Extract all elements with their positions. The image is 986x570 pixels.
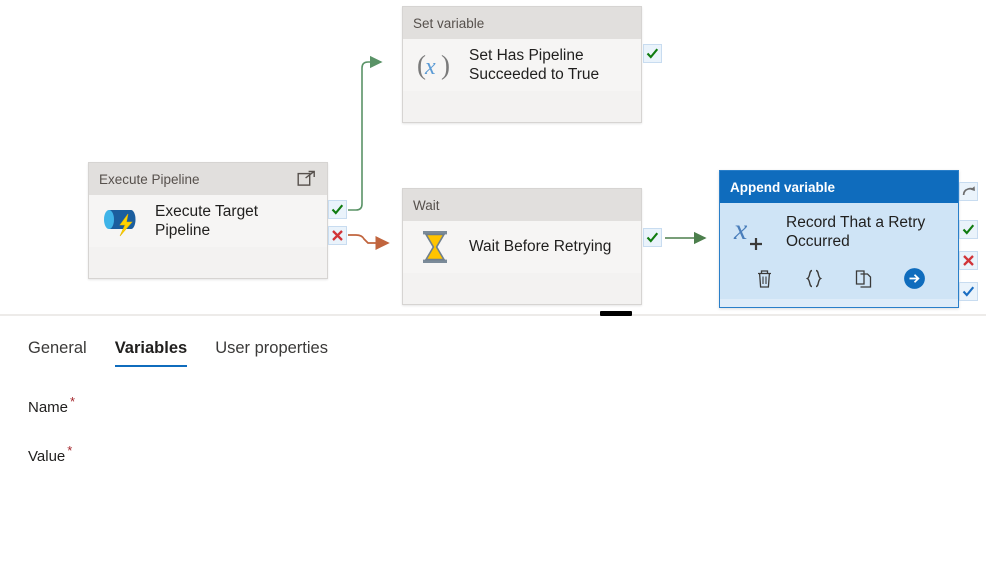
value-field-label: Value * bbox=[28, 443, 72, 465]
handle-failure-x-execute-pipeline[interactable] bbox=[328, 226, 347, 245]
execute-pipeline-icon bbox=[99, 199, 143, 243]
delete-icon[interactable] bbox=[751, 265, 777, 291]
node-name-label: Record That a Retry Occurred bbox=[786, 213, 926, 250]
set-variable-icon: ( x ) bbox=[413, 43, 457, 87]
node-wait[interactable]: Wait Wait Before Retrying bbox=[402, 188, 642, 305]
panel-splitter-grip[interactable] bbox=[600, 311, 632, 316]
node-append-variable[interactable]: Append variable x Record That a Retry Oc… bbox=[719, 170, 959, 308]
node-body: Wait Before Retrying bbox=[403, 221, 641, 273]
open-in-new-icon[interactable] bbox=[295, 168, 317, 190]
node-type-header: Execute Pipeline bbox=[89, 163, 327, 195]
append-variable-icon: x bbox=[730, 210, 774, 254]
handle-success-check-execute-pipeline[interactable] bbox=[328, 200, 347, 219]
value-required-asterisk: * bbox=[67, 443, 73, 458]
handle-success-check-append-variable[interactable] bbox=[959, 220, 978, 239]
handle-completion-check-append-variable[interactable] bbox=[959, 282, 978, 301]
hourglass-icon bbox=[413, 225, 457, 269]
clone-icon[interactable] bbox=[851, 265, 877, 291]
properties-tabs: General Variables User properties bbox=[0, 325, 986, 367]
svg-text:): ) bbox=[441, 50, 450, 80]
tab-general[interactable]: General bbox=[28, 339, 87, 367]
node-name-label: Wait Before Retrying bbox=[469, 238, 612, 256]
svg-text:x: x bbox=[733, 213, 748, 246]
panel-splitter bbox=[0, 314, 986, 316]
tab-variables[interactable]: Variables bbox=[114, 339, 188, 367]
node-name-label: Execute Target Pipeline bbox=[155, 202, 259, 239]
handle-success-check-set-variable[interactable] bbox=[643, 44, 662, 63]
node-type-header: Wait bbox=[403, 189, 641, 221]
node-body: x Record That a Retry Occurred bbox=[720, 203, 958, 261]
node-type-label: Execute Pipeline bbox=[99, 171, 200, 187]
handle-success-check-wait[interactable] bbox=[643, 228, 662, 247]
node-type-header: Set variable bbox=[403, 7, 641, 39]
node-type-label: Set variable bbox=[413, 15, 485, 31]
handle-failure-x-append-variable[interactable] bbox=[959, 251, 978, 270]
name-required-asterisk: * bbox=[70, 394, 76, 409]
node-type-label: Wait bbox=[413, 197, 440, 213]
name-field-label: Name * bbox=[28, 394, 75, 416]
node-set-variable[interactable]: Set variable ( x ) Set Has Pipeline Succ… bbox=[402, 6, 642, 123]
svg-text:x: x bbox=[424, 54, 436, 80]
node-name-label: Set Has Pipeline Succeeded to True bbox=[469, 46, 600, 83]
node-body: Execute Target Pipeline bbox=[89, 195, 327, 247]
handle-skipped-arrow-append-variable[interactable] bbox=[959, 182, 978, 201]
code-braces-icon[interactable] bbox=[801, 265, 827, 291]
pipeline-canvas[interactable]: Set variable ( x ) Set Has Pipeline Succ… bbox=[0, 0, 986, 312]
node-toolbar bbox=[720, 261, 958, 299]
value-label-text: Value bbox=[28, 448, 66, 465]
tab-user-properties[interactable]: User properties bbox=[215, 339, 328, 367]
run-arrow-icon[interactable] bbox=[901, 265, 927, 291]
node-type-label: Append variable bbox=[730, 179, 836, 195]
pipeline-editor-root: ParentPipeline > Call Pipeline with Retr… bbox=[0, 0, 986, 570]
node-body: ( x ) Set Has Pipeline Succeeded to True bbox=[403, 39, 641, 91]
name-label-text: Name bbox=[28, 399, 69, 416]
node-type-header: Append variable bbox=[720, 171, 958, 203]
node-execute-pipeline[interactable]: Execute Pipeline Execute Target Pipeline bbox=[88, 162, 328, 279]
